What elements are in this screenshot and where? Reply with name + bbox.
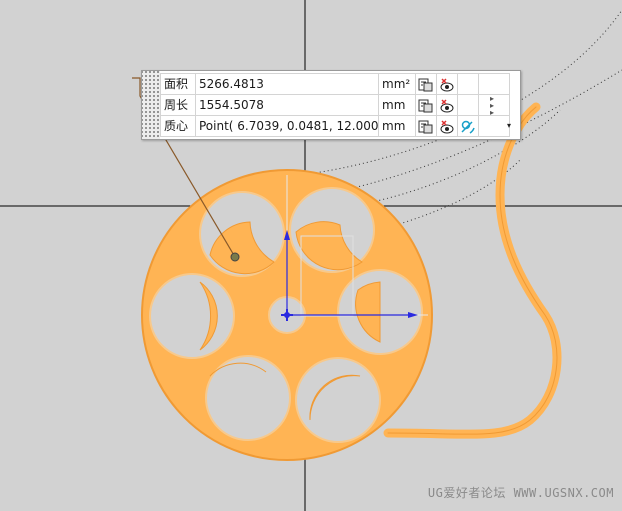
empty-cell: [457, 73, 479, 95]
panel-drag-handle[interactable]: [142, 71, 160, 139]
area-label: 面积: [160, 73, 196, 95]
empty-cell: [457, 94, 479, 116]
associativity-icon[interactable]: [457, 115, 479, 137]
centroid-value[interactable]: Point( 6.7039, 0.0481, 12.0000): [195, 115, 379, 137]
show-hide-icon[interactable]: [436, 115, 458, 137]
perimeter-unit[interactable]: mm: [378, 94, 416, 116]
show-hide-icon[interactable]: [436, 73, 458, 95]
centroid-label: 质心: [160, 115, 196, 137]
empty-cell: [478, 73, 510, 95]
panel-dropdown-button[interactable]: ▾: [503, 121, 515, 131]
more-options-arrows[interactable]: ▸ ▸ ▸: [490, 95, 502, 117]
measurement-results-panel: 面积 5266.4813 mm² 周长 1554.5078 mm 质心 Poin…: [141, 70, 521, 140]
show-hide-icon[interactable]: [436, 94, 458, 116]
export-to-clipboard-icon[interactable]: [415, 115, 437, 137]
area-unit[interactable]: mm²: [378, 73, 416, 95]
export-to-clipboard-icon[interactable]: [415, 73, 437, 95]
measurement-table: 面积 5266.4813 mm² 周长 1554.5078 mm 质心 Poin…: [160, 73, 510, 137]
watermark: UG爱好者论坛 WWW.UGSNX.COM: [427, 486, 614, 500]
table-row: 面积 5266.4813 mm²: [160, 73, 510, 95]
chevron-right-icon: ▸: [490, 108, 495, 117]
centroid-unit[interactable]: mm: [378, 115, 416, 137]
table-row: 质心 Point( 6.7039, 0.0481, 12.0000) mm: [160, 115, 510, 137]
table-row: 周长 1554.5078 mm: [160, 94, 510, 116]
export-to-clipboard-icon[interactable]: [415, 94, 437, 116]
centroid-marker[interactable]: [230, 252, 240, 262]
perimeter-label: 周长: [160, 94, 196, 116]
area-value[interactable]: 5266.4813: [195, 73, 379, 95]
perimeter-value[interactable]: 1554.5078: [195, 94, 379, 116]
